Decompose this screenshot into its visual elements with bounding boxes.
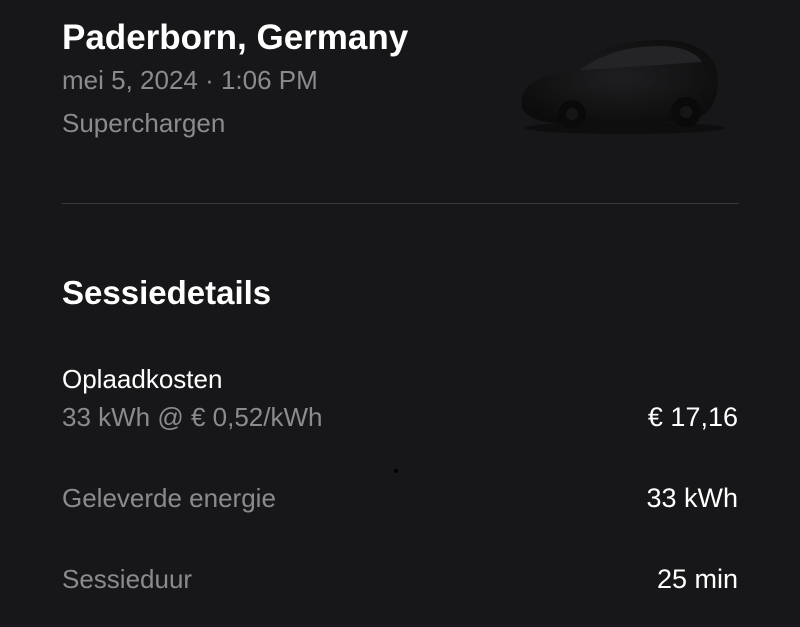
energy-delivered-value: 33 kWh [646,483,738,513]
charging-cost-label: Oplaadkosten [62,364,223,394]
section-title: Sessiedetails [62,274,272,311]
charging-cost-detail: 33 kWh @ € 0,52/kWh [62,402,323,432]
session-duration-value: 25 min [656,564,738,594]
location-title: Paderborn, Germany [62,18,409,57]
session-type: Superchargen [62,108,226,138]
dot-marker [394,469,398,473]
header-divider [62,203,739,204]
session-duration-label: Sessieduur [62,564,193,594]
session-datetime: mei 5, 2024 · 1:06 PM [62,65,318,95]
energy-delivered-label: Geleverde energie [62,483,276,513]
car-icon [522,40,725,134]
charging-cost-value: € 17,16 [647,402,738,432]
